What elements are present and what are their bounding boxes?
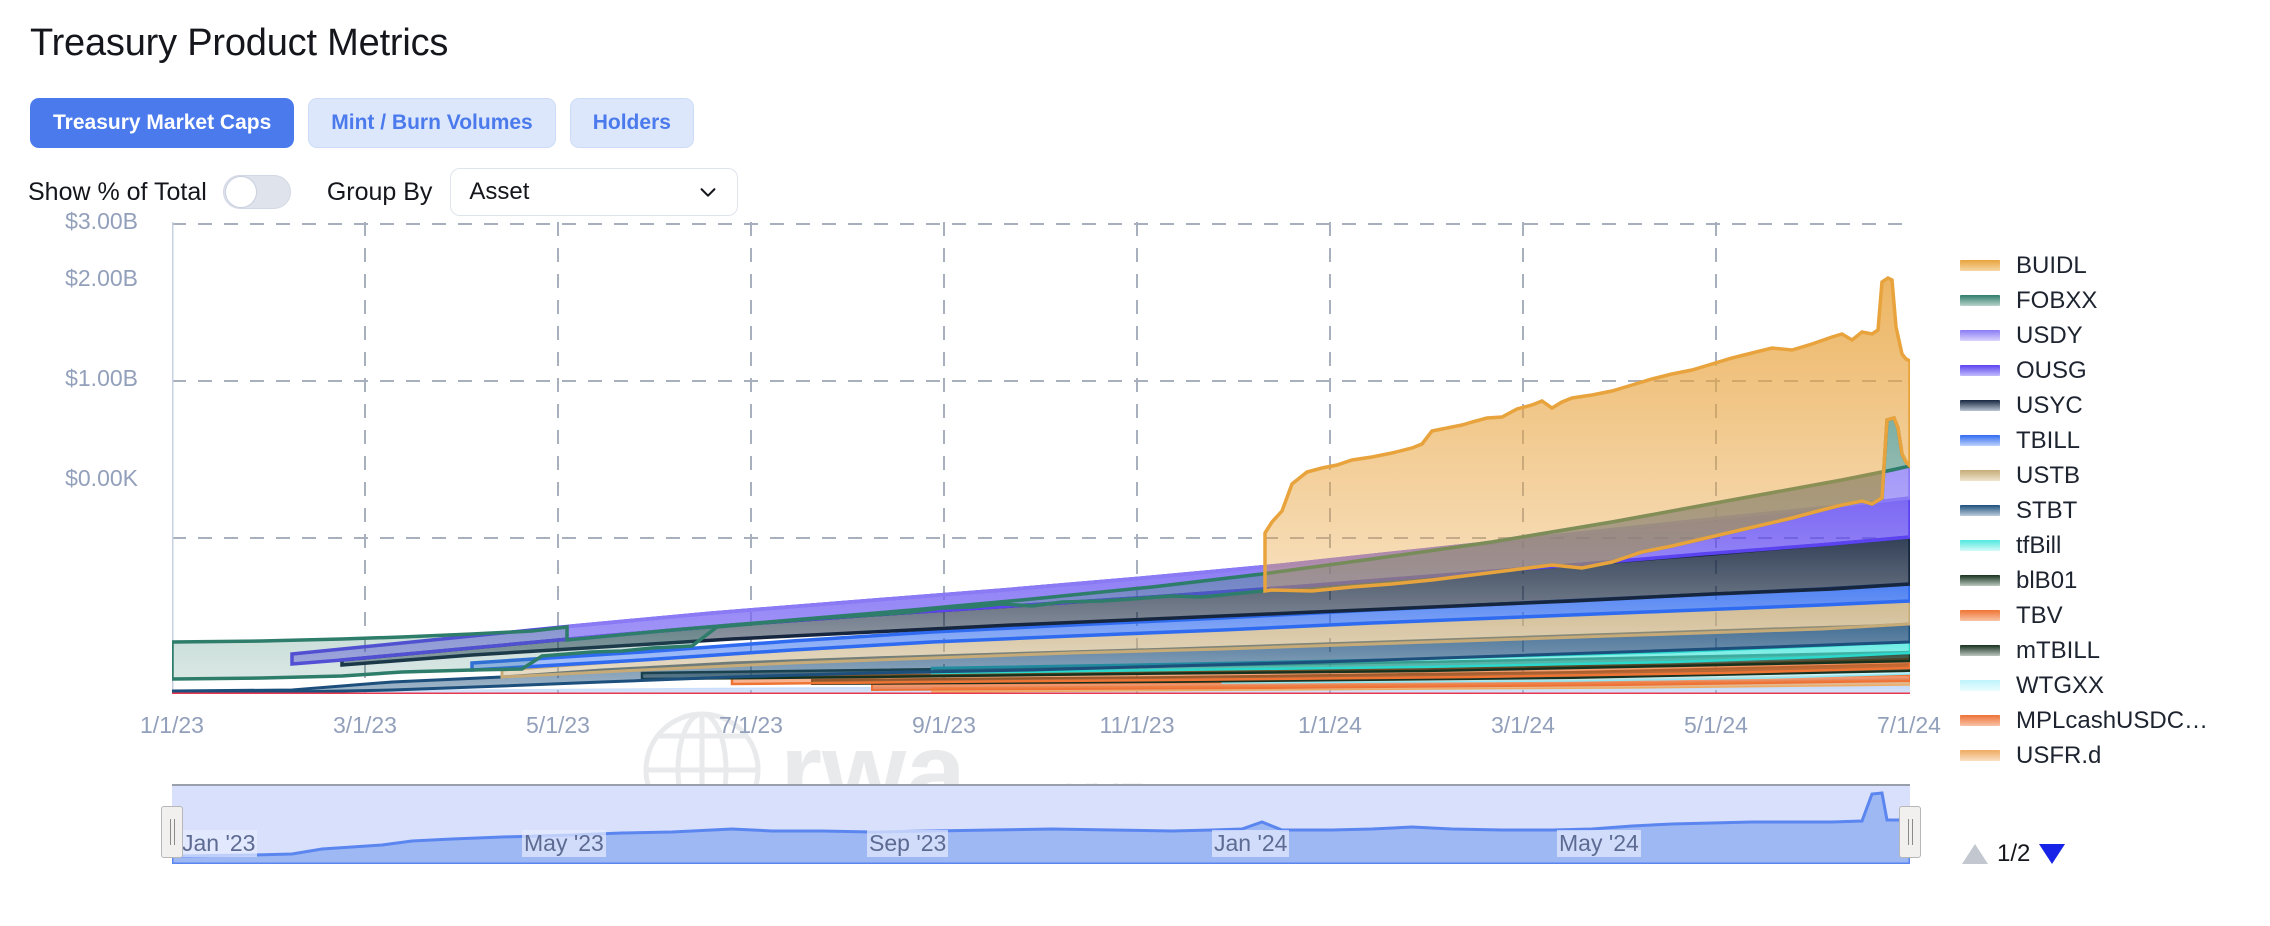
legend-item-usfrd[interactable]: USFR.d [1960, 738, 2260, 773]
x-tick-4: 9/1/23 [912, 712, 976, 738]
x-tick-7: 3/1/24 [1491, 712, 1555, 738]
legend-swatch [1960, 400, 2000, 411]
x-tick-2: 5/1/23 [526, 712, 590, 738]
y-tick-1: $2.00B [65, 265, 138, 291]
x-tick-8: 5/1/24 [1684, 712, 1748, 738]
triangle-up-icon[interactable] [1962, 844, 1988, 864]
treasury-metrics-page: Treasury Product Metrics Treasury Market… [0, 0, 2270, 926]
legend-item-tbv[interactable]: TBV [1960, 598, 2260, 633]
brush-label-2: Sep '23 [867, 830, 949, 857]
toggle-knob [224, 176, 257, 208]
legend-item-stbt[interactable]: STBT [1960, 493, 2260, 528]
metric-tabs: Treasury Market Caps Mint / Burn Volumes… [30, 98, 694, 148]
legend-item-usyc[interactable]: USYC [1960, 388, 2260, 423]
brush-track[interactable]: Jan '23 May '23 Sep '23 Jan '24 May '24 [170, 784, 1912, 866]
brush-handle-left[interactable] [161, 806, 183, 858]
stacked-area-plot[interactable] [172, 222, 1910, 694]
legend-item-mplcashusdc[interactable]: MPLcashUSDC… [1960, 703, 2260, 738]
time-range-brush[interactable]: Jan '23 May '23 Sep '23 Jan '24 May '24 [161, 784, 1921, 889]
brush-preview-chart [170, 791, 1912, 866]
legend-label: blB01 [2016, 566, 2078, 594]
y-tick-0: $3.00B [65, 208, 138, 234]
legend-label: WTGXX [2016, 671, 2104, 699]
legend-swatch [1960, 435, 2000, 446]
group-by-select[interactable]: Asset [450, 168, 739, 216]
x-tick-3: 7/1/23 [719, 712, 783, 738]
x-tick-6: 1/1/24 [1298, 712, 1362, 738]
x-tick-5: 11/1/23 [1099, 712, 1175, 738]
legend-swatch [1960, 365, 2000, 376]
y-tick-2: $1.00B [65, 365, 138, 391]
legend-item-wtgxx[interactable]: WTGXX [1960, 668, 2260, 703]
legend-label: USFR.d [2016, 741, 2102, 769]
brush-label-3: Jan '24 [1212, 830, 1290, 857]
legend-item-tfbill[interactable]: tfBill [1960, 528, 2260, 563]
legend-label: MPLcashUSDC… [2016, 706, 2209, 734]
legend-swatch [1960, 645, 2000, 656]
legend-label: USYC [2016, 391, 2083, 419]
x-tick-1: 3/1/23 [333, 712, 397, 738]
chart-legend: BUIDL FOBXX USDY OUSG USYC TBILL USTB ST… [1960, 248, 2260, 773]
legend-label: TBILL [2016, 426, 2081, 454]
brush-label-0: Jan '23 [180, 830, 258, 857]
chart-container: $3.00B $2.00B $1.00B $0.00K rwa 1/1/23 3… [0, 208, 1960, 831]
legend-label: OUSG [2016, 356, 2087, 384]
legend-swatch [1960, 575, 2000, 586]
show-percent-toggle[interactable] [222, 175, 291, 209]
y-tick-3: $0.00K [65, 465, 138, 491]
legend-swatch [1960, 505, 2000, 516]
legend-item-buidl[interactable]: BUIDL [1960, 248, 2260, 283]
tab-mint-burn-volumes[interactable]: Mint / Burn Volumes [308, 98, 556, 148]
legend-label: STBT [2016, 496, 2078, 524]
tab-treasury-market-caps[interactable]: Treasury Market Caps [30, 98, 295, 148]
legend-item-ustb[interactable]: USTB [1960, 458, 2260, 493]
legend-label: tfBill [2016, 531, 2062, 559]
tab-label: Mint / Burn Volumes [331, 111, 533, 134]
legend-label: USTB [2016, 461, 2081, 489]
tab-label: Holders [592, 111, 671, 134]
legend-label: USDY [2016, 321, 2083, 349]
legend-swatch [1960, 470, 2000, 481]
legend-swatch [1960, 715, 2000, 726]
show-percent-label: Show % of Total [28, 177, 207, 206]
legend-swatch [1960, 295, 2000, 306]
legend-page-text: 1/2 [1997, 840, 2031, 867]
legend-swatch [1960, 540, 2000, 551]
brush-label-4: May '24 [1557, 830, 1641, 857]
legend-item-blb01[interactable]: blB01 [1960, 563, 2260, 598]
legend-label: mTBILL [2016, 636, 2101, 664]
group-by-value: Asset [469, 178, 530, 205]
legend-pager: 1/2 [1962, 840, 2066, 868]
legend-swatch [1960, 680, 2000, 691]
legend-item-usdy[interactable]: USDY [1960, 318, 2260, 353]
chevron-down-icon [700, 188, 716, 197]
group-by-label: Group By [326, 177, 433, 206]
legend-label: TBV [2016, 601, 2063, 629]
legend-label: BUIDL [2016, 251, 2087, 279]
legend-label: FOBXX [2016, 286, 2098, 314]
brush-label-1: May '23 [522, 830, 606, 857]
legend-swatch [1960, 330, 2000, 341]
legend-swatch [1960, 610, 2000, 621]
legend-item-fobxx[interactable]: FOBXX [1960, 283, 2260, 318]
legend-item-mtbill[interactable]: mTBILL [1960, 633, 2260, 668]
page-title: Treasury Product Metrics [30, 22, 449, 64]
tab-holders[interactable]: Holders [569, 98, 694, 148]
legend-item-tbill[interactable]: TBILL [1960, 423, 2260, 458]
legend-swatch [1960, 260, 2000, 271]
legend-item-ousg[interactable]: OUSG [1960, 353, 2260, 388]
x-tick-0: 1/1/23 [140, 712, 204, 738]
tab-label: Treasury Market Caps [53, 111, 272, 134]
brush-handle-right[interactable] [1899, 806, 1921, 858]
legend-swatch [1960, 750, 2000, 761]
triangle-down-icon[interactable] [2039, 844, 2066, 864]
